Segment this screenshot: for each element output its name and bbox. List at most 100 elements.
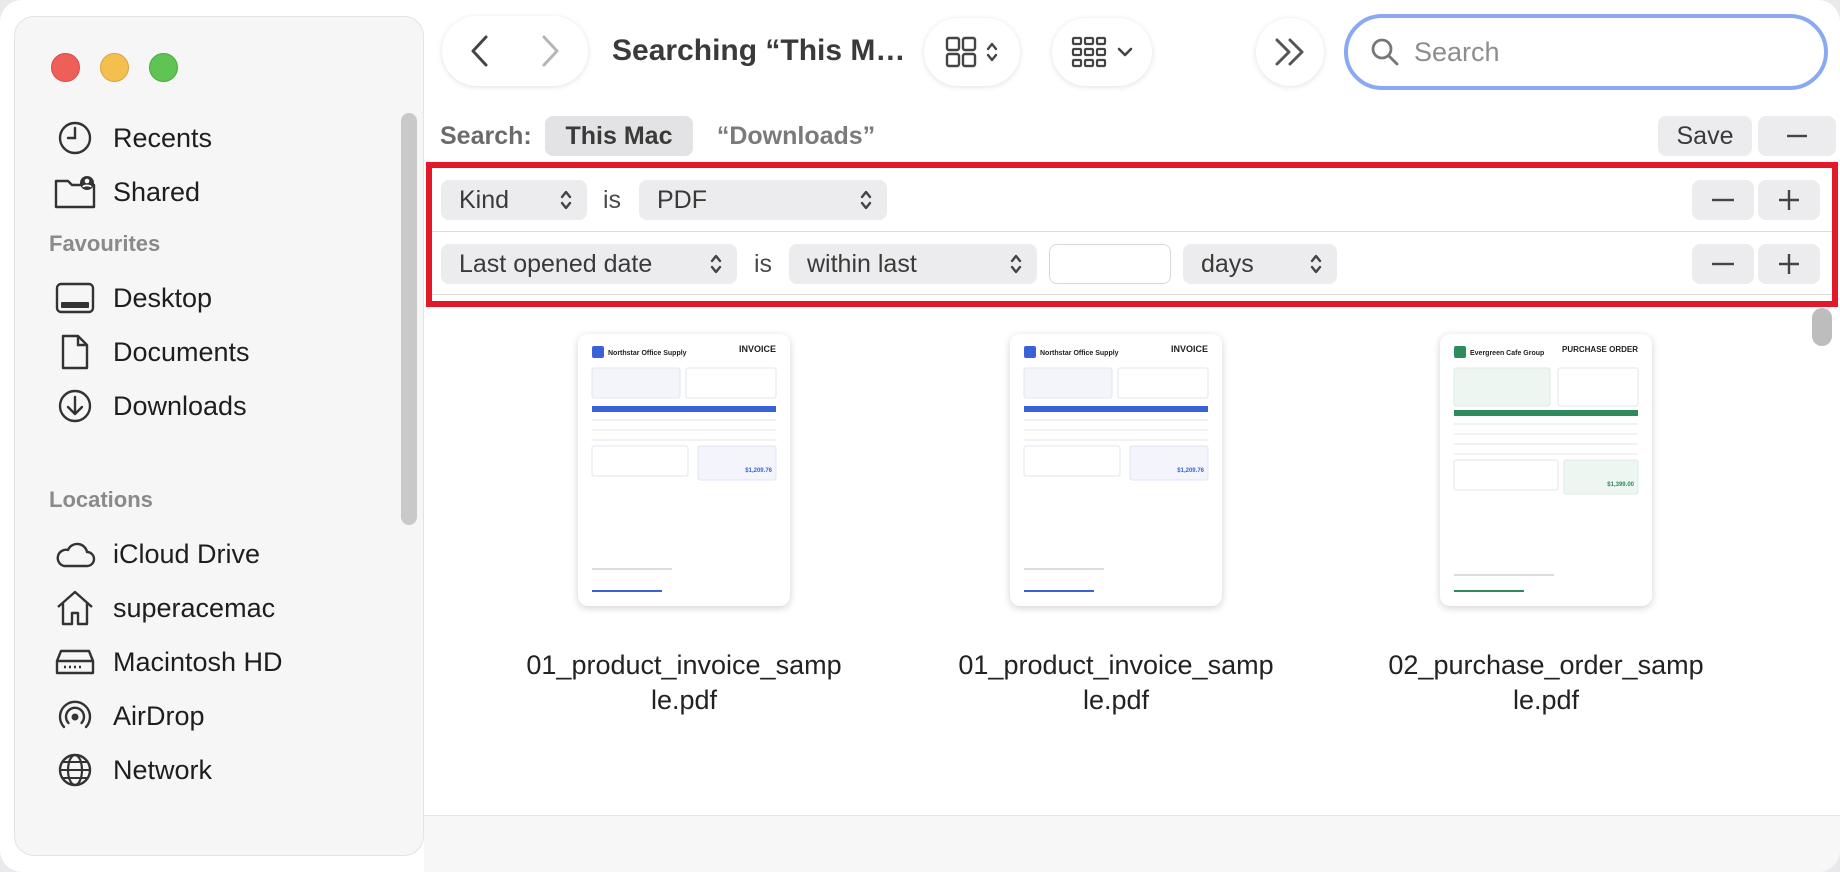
sidebar-scrollbar[interactable]	[401, 113, 417, 525]
plus-icon	[1779, 190, 1799, 210]
thumb-doc-type: PURCHASE ORDER	[1562, 345, 1638, 354]
file-name-line: 01_product_invoice_samp	[526, 650, 842, 680]
add-criteria-button[interactable]	[1758, 180, 1820, 220]
file-name: 02_purchase_order_samp le.pdf	[1356, 648, 1736, 718]
clock-icon	[53, 116, 97, 160]
minus-icon	[1787, 134, 1807, 138]
sidebar-item-airdrop[interactable]: AirDrop	[53, 691, 393, 741]
shared-folder-icon	[53, 170, 97, 214]
favourites-heading: Favourites	[49, 231, 161, 256]
more-toolbar-button[interactable]	[1256, 18, 1324, 86]
remove-criteria-button[interactable]	[1692, 180, 1754, 220]
sidebar-item-label: Desktop	[113, 282, 213, 313]
sidebar-item-downloads[interactable]: Downloads	[53, 381, 393, 431]
remove-scope-button[interactable]	[1758, 116, 1836, 156]
pdf-thumbnail: Evergreen Cafe Group PURCHASE ORDER $1,3…	[1440, 334, 1652, 606]
add-criteria-button[interactable]	[1758, 244, 1820, 284]
days-count-input[interactable]	[1049, 244, 1171, 284]
thumb-company: Northstar Office Supply	[1040, 350, 1119, 357]
globe-icon	[53, 748, 97, 792]
save-search-button[interactable]: Save	[1658, 116, 1752, 156]
locations-heading: Locations	[49, 487, 153, 512]
file-name-line: 01_product_invoice_samp	[958, 650, 1274, 680]
airdrop-icon	[53, 694, 97, 738]
status-bar	[424, 815, 1840, 872]
double-chevron-right-icon	[1275, 38, 1304, 66]
sidebar: Recents Shared Favourites Desktop Docume…	[14, 16, 424, 856]
download-icon	[53, 384, 97, 428]
search-criteria-highlight	[426, 162, 1838, 307]
criteria-unit-value: days	[1201, 249, 1254, 278]
chevron-updown-icon	[860, 190, 872, 210]
finder-window: Recents Shared Favourites Desktop Docume…	[0, 0, 1840, 872]
scope-this-mac-button[interactable]: This Mac	[545, 116, 693, 156]
window-controls	[51, 53, 178, 82]
sidebar-item-recents[interactable]: Recents	[53, 113, 393, 163]
scope-downloads-button[interactable]: “Downloads”	[708, 116, 884, 156]
plus-icon	[1779, 254, 1799, 274]
sidebar-item-documents[interactable]: Documents	[53, 327, 393, 377]
pdf-thumbnail: Northstar Office Supply INVOICE $1,209.7…	[1010, 334, 1222, 606]
remove-criteria-button[interactable]	[1692, 244, 1754, 284]
file-name-line: le.pdf	[1082, 685, 1150, 715]
sidebar-item-shared[interactable]: Shared	[53, 167, 393, 217]
svg-text:$1,209.76: $1,209.76	[1177, 468, 1204, 474]
sidebar-item-desktop[interactable]: Desktop	[53, 273, 393, 323]
chevron-updown-icon	[560, 190, 572, 210]
chevron-updown-icon	[986, 42, 998, 62]
chevron-updown-icon	[1310, 254, 1322, 274]
cloud-icon	[53, 532, 97, 576]
sidebar-item-home[interactable]: superacemac	[53, 583, 393, 633]
criteria-value-popup[interactable]: within last	[789, 244, 1037, 284]
chevron-right-icon	[542, 35, 559, 67]
thumb-company: Evergreen Cafe Group	[1470, 350, 1544, 357]
pdf-thumbnail: Northstar Office Supply INVOICE $1,209.7…	[578, 334, 790, 606]
sidebar-item-macintosh-hd[interactable]: Macintosh HD	[53, 637, 393, 687]
minus-icon	[1712, 198, 1734, 202]
view-mode-button[interactable]	[924, 18, 1020, 86]
sidebar-item-label: Downloads	[113, 390, 247, 421]
search-scope-label: Search:	[440, 122, 532, 150]
nav-buttons	[442, 16, 588, 86]
group-by-button[interactable]	[1052, 18, 1152, 86]
svg-text:$1,399.00: $1,399.00	[1607, 482, 1634, 488]
thumb-doc-type: INVOICE	[1171, 344, 1208, 354]
chevron-left-icon	[471, 35, 488, 67]
criteria-value: PDF	[657, 185, 707, 214]
window-title: Searching “This M…	[612, 34, 906, 67]
content-scrollbar[interactable]	[1812, 308, 1832, 346]
back-button[interactable]	[450, 21, 510, 81]
criteria-attribute-popup[interactable]: Kind	[441, 180, 587, 220]
sidebar-item-icloud-drive[interactable]: iCloud Drive	[53, 529, 393, 579]
criteria-attribute-value: Kind	[459, 185, 510, 214]
group-grid-icon	[1071, 36, 1107, 68]
search-field[interactable]	[1344, 14, 1828, 90]
minus-icon	[1712, 262, 1734, 266]
zoom-button[interactable]	[149, 53, 178, 82]
criteria-operator-label: is	[603, 186, 622, 214]
criteria-value-popup[interactable]: PDF	[639, 180, 887, 220]
sidebar-item-label: iCloud Drive	[113, 538, 261, 569]
sidebar-item-label: Network	[113, 754, 213, 785]
search-icon	[1371, 38, 1399, 66]
search-input[interactable]	[1414, 36, 1794, 68]
desktop-icon	[53, 276, 97, 320]
close-button[interactable]	[51, 53, 80, 82]
document-icon	[53, 330, 97, 374]
criteria-value: within last	[807, 249, 917, 278]
sidebar-item-network[interactable]: Network	[53, 745, 393, 795]
file-name-line: le.pdf	[650, 685, 718, 715]
criteria-attribute-value: Last opened date	[459, 249, 653, 278]
criteria-attribute-popup[interactable]: Last opened date	[441, 244, 737, 284]
criteria-unit-popup[interactable]: days	[1183, 244, 1337, 284]
hard-drive-icon	[53, 640, 97, 684]
sidebar-item-label: AirDrop	[113, 700, 205, 731]
sidebar-item-label: Macintosh HD	[113, 646, 283, 677]
criteria-divider	[432, 294, 1832, 295]
file-name: 01_product_invoice_samp le.pdf	[926, 648, 1306, 718]
file-name-line: le.pdf	[1512, 685, 1580, 715]
minimize-button[interactable]	[100, 53, 129, 82]
sidebar-item-label: Recents	[113, 122, 213, 153]
forward-button[interactable]	[520, 21, 580, 81]
thumb-company: Northstar Office Supply	[608, 350, 687, 357]
